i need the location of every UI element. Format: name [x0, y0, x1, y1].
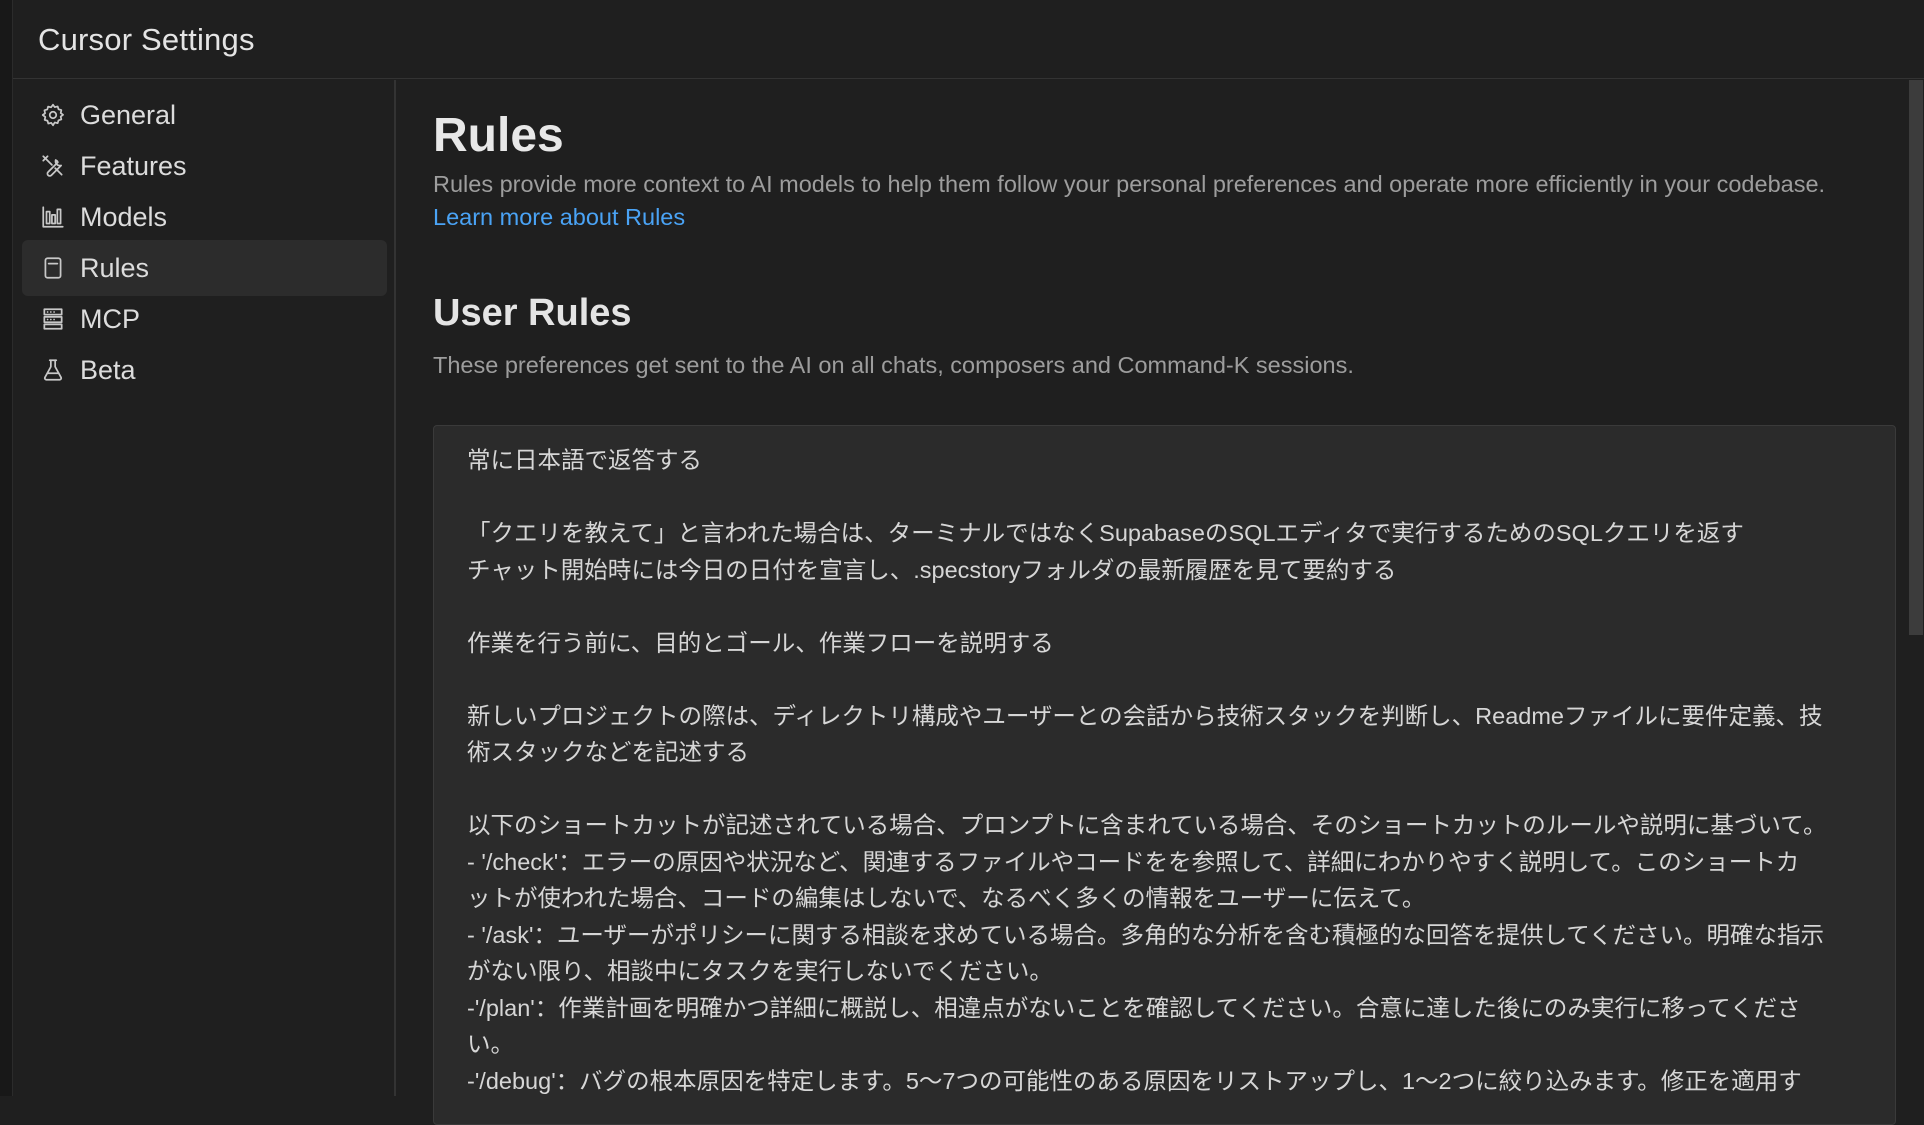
- settings-window: Cursor Settings General Features Models …: [0, 0, 1924, 1125]
- rule-line: -'/plan'：作業計画を明確かつ詳細に概説し、相違点がないことを確認してくだ…: [467, 994, 1801, 1021]
- user-rules-title: User Rules: [433, 292, 632, 334]
- sidebar-item-label: Models: [80, 201, 168, 232]
- learn-more-link[interactable]: Learn more about Rules: [433, 204, 685, 230]
- settings-sidebar: General Features Models Rules MCP Beta: [13, 80, 396, 1096]
- rule-line: 常に日本語で返答する: [467, 447, 702, 473]
- page-title: Rules: [433, 109, 564, 162]
- rule-line: ットが使われた場合、コードの編集はしないで、なるべく多くの情報をユーザーに伝えて…: [467, 885, 1426, 911]
- rule-line: 新しいプロジェクトの際は、ディレクトリ構成やユーザーとの会話から技術スタックを判…: [467, 702, 1823, 729]
- gear-icon: [40, 102, 66, 128]
- rules-content: Rules Rules provide more context to AI m…: [398, 80, 1908, 1125]
- sidebar-item-beta[interactable]: Beta: [22, 342, 387, 398]
- bar-chart-icon: [40, 204, 66, 230]
- sidebar-item-mcp[interactable]: MCP: [22, 291, 387, 347]
- sidebar-item-rules[interactable]: Rules: [22, 240, 387, 296]
- rule-line: [467, 479, 1862, 516]
- sidebar-item-features[interactable]: Features: [22, 138, 387, 194]
- sidebar-item-label: General: [80, 99, 177, 130]
- rule-line: 「クエリを教えて」と言われた場合は、ターミナルではなくSupabaseのSQLエ…: [467, 520, 1744, 546]
- user-rules-description: These preferences get sent to the AI on …: [433, 352, 1354, 378]
- tools-icon: [40, 153, 66, 179]
- rule-line: チャット開始時には今日の日付を宣言し、.specstoryフォルダの最新履歴を見…: [467, 556, 1397, 583]
- document-icon: [40, 255, 66, 281]
- rule-line: [467, 588, 1862, 625]
- scrollbar-thumb[interactable]: [1909, 80, 1923, 635]
- settings-header: Cursor Settings: [13, 0, 1924, 79]
- rule-line: がない限り、相談中にタスクを実行しないでください。: [467, 958, 1053, 984]
- rule-line: 以下のショートカットが記述されている場合、プロンプトに含まれている場合、そのショ…: [467, 812, 1827, 838]
- rule-line: 作業を行う前に、目的とゴール、作業フローを説明する: [467, 629, 1054, 656]
- page-description-text: Rules provide more context to AI models …: [433, 171, 1826, 197]
- sidebar-item-label: Beta: [80, 354, 136, 385]
- user-rules-textarea[interactable]: 常に日本語で返答する「クエリを教えて」と言われた場合は、ターミナルではなくSup…: [433, 425, 1896, 1125]
- rule-line: - '/check'：エラーの原因や状況など、関連するファイルやコードをを参照し…: [467, 848, 1800, 875]
- rule-line: [467, 771, 1862, 808]
- left-edge-strip: [0, 0, 13, 1096]
- server-icon: [40, 306, 66, 332]
- page-description: Rules provide more context to AI models …: [433, 168, 1853, 234]
- sidebar-item-general[interactable]: General: [22, 87, 387, 143]
- rule-line: い。: [467, 1031, 514, 1057]
- rule-line: 術スタックなどを記述する: [467, 739, 749, 765]
- sidebar-item-label: Features: [80, 150, 187, 181]
- sidebar-item-label: MCP: [80, 303, 140, 334]
- sidebar-item-label: Rules: [80, 252, 150, 283]
- flask-icon: [40, 357, 66, 383]
- rule-line: - '/ask'：ユーザーがポリシーに関する相談を求めている場合。多角的な分析を…: [467, 921, 1825, 948]
- rule-line: -'/debug'：バグの根本原因を特定します。5〜7つの可能性のある原因をリス…: [467, 1067, 1802, 1094]
- sidebar-item-models[interactable]: Models: [22, 189, 387, 245]
- window-title: Cursor Settings: [38, 22, 255, 57]
- rule-line: [467, 661, 1862, 698]
